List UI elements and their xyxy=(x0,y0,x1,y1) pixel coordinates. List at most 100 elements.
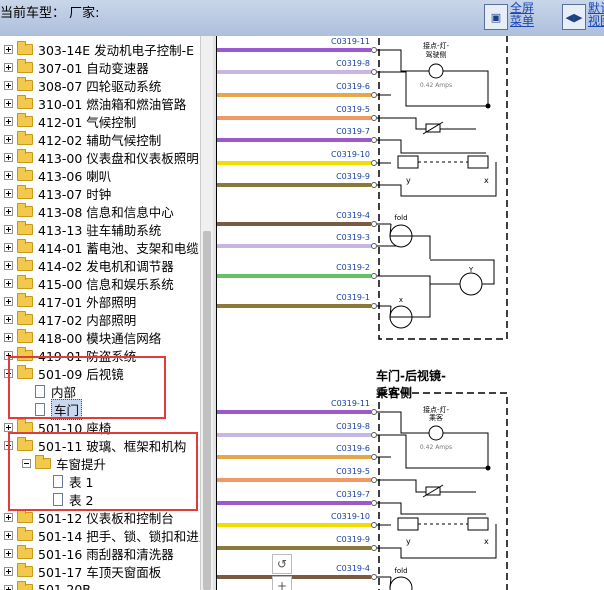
connector-pin xyxy=(371,182,377,188)
default-view-button[interactable]: ◀▶ xyxy=(562,4,586,30)
expand-plus-icon[interactable] xyxy=(4,296,13,306)
vehicle-model-label: 当前车型： 厂家: xyxy=(0,6,100,21)
motor-fold-symbol xyxy=(389,576,413,590)
tree-item-label[interactable]: 417-02 内部照明 xyxy=(38,310,136,329)
zoom-in-button[interactable]: + xyxy=(272,576,292,590)
connector-pin xyxy=(371,303,377,309)
connector-pin xyxy=(371,477,377,483)
tree-folder-item[interactable]: 307-01 自动变速器 xyxy=(4,58,149,76)
tree-folder-item[interactable]: 417-01 外部照明 xyxy=(4,292,136,310)
tree-folder-item[interactable]: 501-16 雨刮器和清洗器 xyxy=(4,544,174,562)
expand-plus-icon[interactable] xyxy=(4,314,13,324)
fullscreen-menu-label[interactable]: 全屏 菜单 xyxy=(510,2,534,28)
default-view-label[interactable]: 默认 视图 xyxy=(588,2,604,28)
tree-item-label[interactable]: 417-01 外部照明 xyxy=(38,292,136,311)
expand-plus-icon[interactable] xyxy=(4,152,13,162)
tree-folder-item[interactable]: 417-02 内部照明 xyxy=(4,310,136,328)
tree-folder-item[interactable]: 501-14 把手、锁、锁扣和进入 xyxy=(4,526,200,544)
expand-plus-icon[interactable] xyxy=(4,278,13,288)
tree-item-label[interactable]: 307-01 自动变速器 xyxy=(38,58,149,77)
switch-y-label: y xyxy=(406,176,411,185)
tree-folder-item[interactable]: 413-08 信息和信息中心 xyxy=(4,202,174,220)
folder-icon xyxy=(17,580,33,590)
tree-folder-item[interactable]: 412-02 辅助气候控制 xyxy=(4,130,161,148)
zoom-reset-button[interactable]: ↺ xyxy=(272,554,292,574)
expand-plus-icon[interactable] xyxy=(4,116,13,126)
tree-item-label[interactable]: 501-14 把手、锁、锁扣和进入 xyxy=(38,526,200,545)
tree-item-label[interactable]: 303-14E 发动机电子控制-E xyxy=(38,40,194,59)
expand-plus-icon[interactable] xyxy=(4,242,13,252)
tree-folder-item[interactable]: 413-13 驻车辅助系统 xyxy=(4,220,161,238)
tree-item-label[interactable]: 414-02 发电机和调节器 xyxy=(38,256,174,275)
tree-folder-item[interactable]: 412-01 气候控制 xyxy=(4,112,136,130)
tree-item-label[interactable]: 310-01 燃油箱和燃油管路 xyxy=(38,94,186,113)
tree-folder-item[interactable]: 303-14E 发动机电子控制-E xyxy=(4,40,194,58)
tree-scrollbar[interactable] xyxy=(200,36,213,590)
tree-folder-item[interactable]: 501-20B xyxy=(4,580,91,590)
tree-item-label[interactable]: 418-00 模块通信网络 xyxy=(38,328,161,347)
tree-item-label[interactable]: 501-20B xyxy=(38,582,91,590)
switch-x-label: x xyxy=(484,537,489,546)
lamp-label: 乘客 xyxy=(429,413,443,422)
tree-item-label[interactable]: 412-02 辅助气候控制 xyxy=(38,130,161,149)
expand-plus-icon[interactable] xyxy=(4,332,13,342)
tree-item-label[interactable]: 415-00 信息和娱乐系统 xyxy=(38,274,174,293)
tree-folder-item[interactable]: 413-00 仪表盘和仪表板照明 xyxy=(4,148,199,166)
tree-item-label[interactable]: 412-01 气候控制 xyxy=(38,112,136,131)
tree-item-label[interactable]: 501-16 雨刮器和清洗器 xyxy=(38,544,174,563)
expand-plus-icon[interactable] xyxy=(4,548,13,558)
folder-icon xyxy=(17,94,33,109)
tree-scrollbar-thumb[interactable] xyxy=(203,231,211,590)
tree-item-label[interactable]: 501-17 车顶天窗面板 xyxy=(38,562,161,581)
lamp-label: 接点-灯- xyxy=(423,405,450,414)
switch-x-symbol xyxy=(467,517,489,531)
expand-plus-icon[interactable] xyxy=(4,170,13,180)
expand-plus-icon[interactable] xyxy=(4,98,13,108)
lamp-symbol xyxy=(428,63,444,79)
folder-icon xyxy=(17,562,33,577)
tree-item-label[interactable]: 413-06 喇叭 xyxy=(38,166,111,185)
expand-plus-icon[interactable] xyxy=(4,530,13,540)
expand-plus-icon[interactable] xyxy=(4,80,13,90)
section-title: 车门-后视镜- 乘客侧 xyxy=(376,367,446,401)
tree-item-label[interactable]: 413-13 驻车辅助系统 xyxy=(38,220,161,239)
expand-plus-icon[interactable] xyxy=(4,566,13,576)
expand-plus-icon[interactable] xyxy=(4,512,13,522)
folder-icon xyxy=(17,112,33,127)
expand-plus-icon[interactable] xyxy=(4,62,13,72)
tree-folder-item[interactable]: 310-01 燃油箱和燃油管路 xyxy=(4,94,186,112)
connector-pin xyxy=(371,545,377,551)
tree-item-label[interactable]: 414-01 蓄电池、支架和电缆 xyxy=(38,238,199,257)
expand-plus-icon[interactable] xyxy=(4,44,13,54)
connector-label: C0319-9 xyxy=(336,535,370,544)
expand-plus-icon[interactable] xyxy=(4,422,13,432)
tree-folder-item[interactable]: 413-07 时钟 xyxy=(4,184,111,202)
expand-plus-icon[interactable] xyxy=(4,584,13,590)
top-toolbar: 当前车型： 厂家: ▣ 全屏 菜单 ◀▶ 默认 视图 xyxy=(0,0,604,37)
tree-folder-item[interactable]: 418-00 模块通信网络 xyxy=(4,328,161,346)
tree-item-label[interactable]: 308-07 四轮驱动系统 xyxy=(38,76,161,95)
tree-folder-item[interactable]: 414-02 发电机和调节器 xyxy=(4,256,174,274)
tree-folder-item[interactable]: 413-06 喇叭 xyxy=(4,166,111,184)
tree-item-label[interactable]: 413-07 时钟 xyxy=(38,184,111,203)
expand-plus-icon[interactable] xyxy=(4,206,13,216)
tree-folder-item[interactable]: 501-17 车顶天窗面板 xyxy=(4,562,161,580)
tree-folder-item[interactable]: 308-07 四轮驱动系统 xyxy=(4,76,161,94)
motor-x-label: x xyxy=(399,296,403,304)
lamp-label: 驾驶侧 xyxy=(426,50,447,59)
expand-plus-icon[interactable] xyxy=(4,188,13,198)
folder-icon xyxy=(17,274,33,289)
switch-x-symbol xyxy=(467,155,489,169)
connector-pin xyxy=(371,454,377,460)
connector-pin xyxy=(371,409,377,415)
connector-label: C0319-8 xyxy=(336,422,370,431)
tree-item-label[interactable]: 413-08 信息和信息中心 xyxy=(38,202,174,221)
tree-folder-item[interactable]: 415-00 信息和娱乐系统 xyxy=(4,274,174,292)
expand-plus-icon[interactable] xyxy=(4,224,13,234)
fullscreen-menu-button[interactable]: ▣ xyxy=(484,4,508,30)
tree-folder-item[interactable]: 414-01 蓄电池、支架和电缆 xyxy=(4,238,199,256)
expand-plus-icon[interactable] xyxy=(4,260,13,270)
tree-item-label[interactable]: 413-00 仪表盘和仪表板照明 xyxy=(38,148,199,167)
folder-icon xyxy=(17,238,33,253)
expand-plus-icon[interactable] xyxy=(4,134,13,144)
